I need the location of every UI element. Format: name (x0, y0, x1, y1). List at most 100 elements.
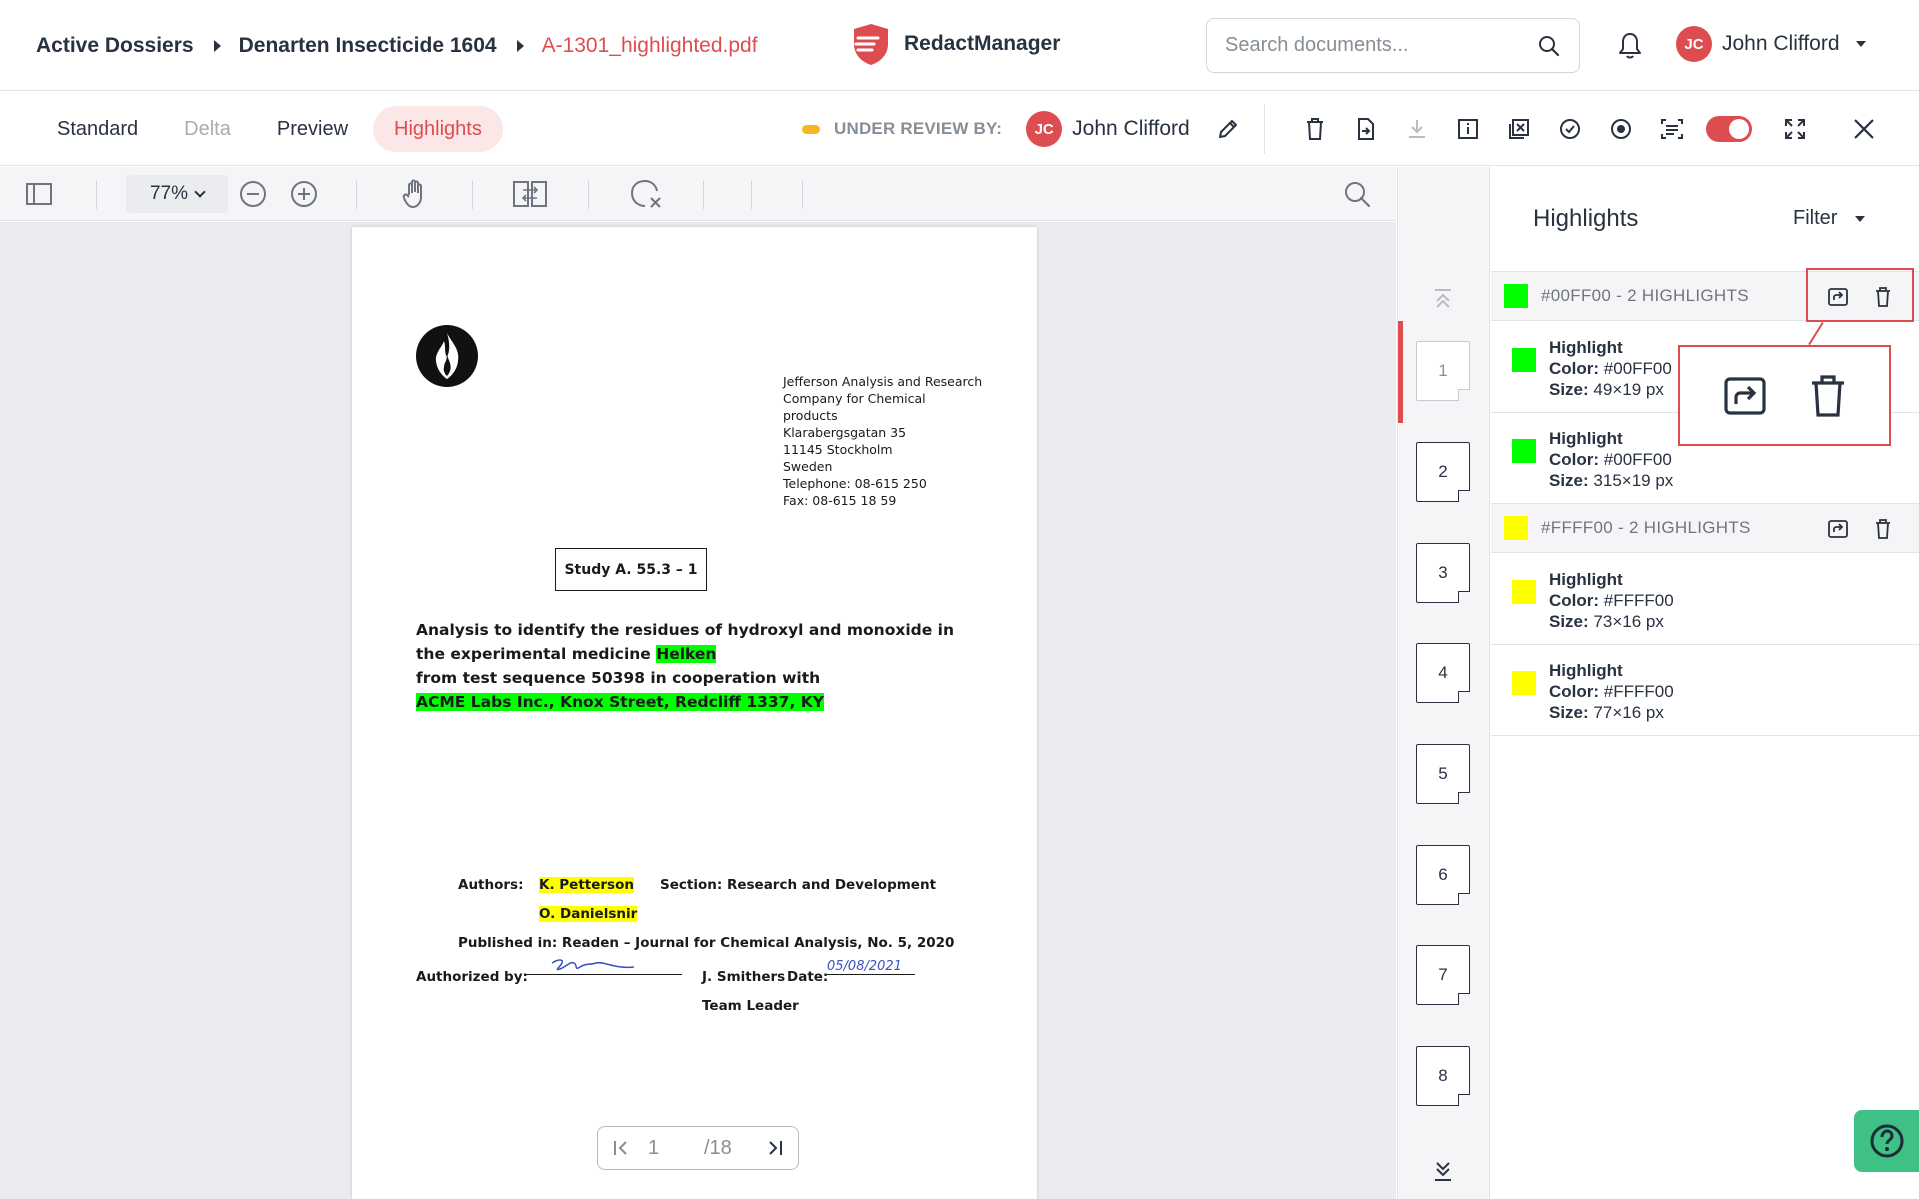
pdf-page[interactable]: Jefferson Analysis and Research Company … (352, 227, 1037, 1199)
close-icon[interactable] (1847, 112, 1881, 146)
shield-logo-icon (854, 24, 888, 65)
color-value: #00FF00 (1603, 450, 1672, 469)
app-logo[interactable]: RedactManager (850, 20, 1060, 68)
color-swatch (1512, 671, 1536, 695)
tab-preview[interactable]: Preview (256, 106, 369, 152)
zoom-select[interactable]: 77% (126, 175, 228, 213)
filter-dropdown[interactable]: Filter (1793, 207, 1866, 230)
rotate-reset-icon[interactable] (628, 177, 664, 211)
thumbnail-page-4[interactable]: 4 (1416, 643, 1470, 703)
role-text: Team Leader (702, 998, 799, 1014)
first-page-icon[interactable] (612, 1138, 630, 1158)
exclude-pages-icon[interactable] (1502, 112, 1536, 146)
sidebar-toggle-icon[interactable] (22, 177, 56, 211)
help-button[interactable] (1854, 1110, 1919, 1172)
title-line: Analysis to identify the residues of hyd… (416, 621, 955, 639)
record-icon[interactable] (1604, 112, 1638, 146)
document-toolbar: Standard Delta Preview Highlights UNDER … (0, 92, 1919, 166)
size-value: 315×19 px (1593, 471, 1674, 490)
toolbar-divider (802, 181, 803, 209)
highlight-yellow[interactable]: K. Petterson (539, 877, 634, 893)
thumbnail-page-2[interactable]: 2 (1416, 442, 1470, 502)
highlight-green[interactable]: ACME Labs Inc., Knox Street, Redcliff 13… (416, 693, 824, 711)
section-text: Section: Research and Development (660, 877, 937, 893)
color-label: Color: (1549, 591, 1600, 610)
scroll-to-top-icon[interactable] (1432, 287, 1454, 309)
size-value: 73×16 px (1593, 612, 1664, 631)
highlight-details: Highlight Color: #00FF00 Size: 49×19 px (1549, 337, 1672, 400)
zoom-out-icon[interactable] (236, 177, 270, 211)
toggle-switch[interactable] (1706, 116, 1752, 142)
caret-down-icon (1855, 215, 1866, 222)
study-number-box: Study A. 55.3 – 1 (555, 548, 707, 591)
size-label: Size: (1549, 380, 1589, 399)
toolbar-divider (751, 181, 752, 209)
size-label: Size: (1549, 612, 1589, 631)
address-line: 11145 Stockholm (783, 442, 893, 457)
address-line: Telephone: 08-615 250 (783, 476, 927, 491)
highlight-yellow[interactable]: O. Danielsnir (539, 906, 638, 922)
search-placeholder: Search documents... (1225, 34, 1409, 56)
convert-highlights-icon[interactable] (1723, 376, 1767, 416)
delete-document-trash-icon[interactable] (1298, 112, 1332, 146)
compare-pages-icon[interactable] (512, 177, 548, 211)
focus-highlight-box (1806, 268, 1914, 322)
group-label: #FFFF00 - 2 HIGHLIGHTS (1541, 518, 1751, 537)
date-label: Date: (787, 969, 829, 985)
search-document-icon[interactable] (1340, 177, 1374, 211)
highlight-list-item[interactable]: Highlight Color: #FFFF00 Size: 73×16 px (1491, 554, 1919, 645)
document-title: Analysis to identify the residues of hyd… (416, 618, 954, 714)
toolbar-divider (588, 181, 589, 209)
edit-reviewer-pencil-icon[interactable] (1216, 117, 1240, 141)
approve-check-circle-icon[interactable] (1553, 112, 1587, 146)
thumbnail-page-3[interactable]: 3 (1416, 543, 1470, 603)
page-navigator: 1 /18 (597, 1126, 799, 1170)
export-icon[interactable] (1349, 112, 1383, 146)
download-icon[interactable] (1400, 112, 1434, 146)
pan-hand-icon[interactable] (398, 177, 432, 211)
reviewer-name: John Clifford (1072, 117, 1190, 140)
color-label: Color: (1549, 359, 1600, 378)
thumbnail-page-5[interactable]: 5 (1416, 744, 1470, 804)
tab-standard[interactable]: Standard (36, 106, 159, 152)
scroll-to-bottom-icon[interactable] (1432, 1161, 1454, 1183)
signer-name: J. Smithers (702, 969, 786, 985)
highlight-list-item[interactable]: Highlight Color: #FFFF00 Size: 77×16 px (1491, 645, 1919, 736)
ocr-scan-icon[interactable] (1655, 112, 1689, 146)
highlight-green[interactable]: Helken (656, 645, 717, 663)
zoom-in-icon[interactable] (287, 177, 321, 211)
thumbnail-page-6[interactable]: 6 (1416, 845, 1470, 905)
zoomed-actions-callout (1678, 345, 1891, 446)
last-page-icon[interactable] (766, 1138, 784, 1158)
current-page-input[interactable]: 1 (648, 1137, 704, 1160)
notifications-bell-icon[interactable] (1616, 30, 1644, 60)
delete-highlights-trash-icon[interactable] (1810, 374, 1846, 418)
breadcrumb-item-dossier[interactable]: Denarten Insecticide 1604 (239, 34, 497, 58)
search-input[interactable]: Search documents... (1206, 18, 1580, 73)
group-label: #00FF00 - 2 HIGHLIGHTS (1541, 286, 1749, 305)
breadcrumb-item-dossiers[interactable]: Active Dossiers (36, 34, 194, 58)
panel-title: Highlights (1533, 205, 1639, 232)
chevron-down-icon (194, 186, 206, 198)
thumbnail-page-8[interactable]: 8 (1416, 1046, 1470, 1106)
color-value: #00FF00 (1603, 359, 1672, 378)
user-menu[interactable]: JC John Clifford (1676, 26, 1866, 62)
panel-header: Highlights Filter (1491, 167, 1919, 272)
fullscreen-icon[interactable] (1778, 112, 1812, 146)
document-viewer[interactable]: Jefferson Analysis and Research Company … (0, 222, 1396, 1199)
company-logo-flame-icon (416, 325, 478, 387)
breadcrumb-item-file[interactable]: A-1301_highlighted.pdf (542, 34, 758, 58)
search-icon[interactable] (1537, 34, 1561, 58)
status-indicator (802, 124, 820, 134)
thumbnail-page-7[interactable]: 7 (1416, 945, 1470, 1005)
info-icon[interactable] (1451, 112, 1485, 146)
authors-label: Authors: (458, 877, 524, 893)
delete-highlights-trash-icon[interactable] (1870, 516, 1896, 542)
size-value: 49×19 px (1593, 380, 1664, 399)
color-label: Color: (1549, 682, 1600, 701)
highlight-details: Highlight Color: #FFFF00 Size: 77×16 px (1549, 660, 1674, 723)
tab-highlights[interactable]: Highlights (373, 106, 503, 152)
convert-highlights-icon[interactable] (1825, 516, 1851, 542)
tab-delta[interactable]: Delta (163, 106, 252, 152)
thumbnail-page-1[interactable]: 1 (1416, 341, 1470, 401)
